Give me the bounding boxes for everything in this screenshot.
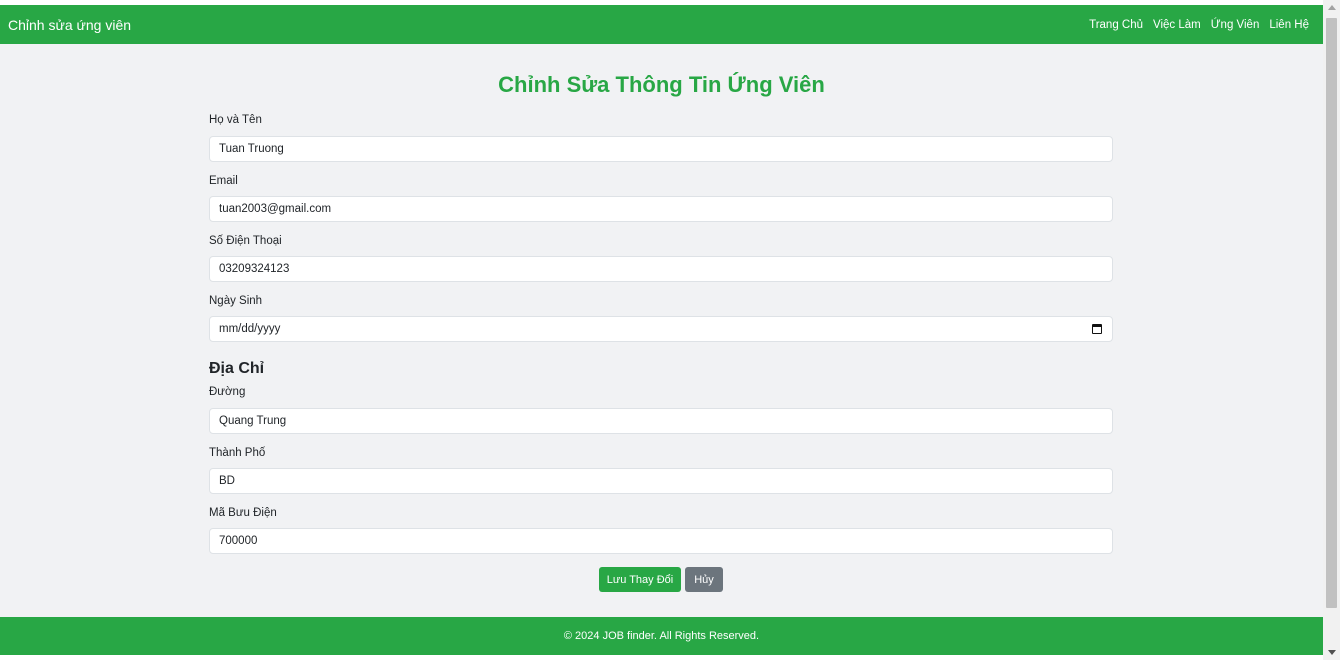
vertical-scrollbar[interactable] [1323,0,1340,660]
email-input[interactable]: tuan2003@gmail.com [209,196,1113,222]
footer: © 2024 JOB finder. All Rights Reserved. [0,617,1323,655]
nav-link-contact[interactable]: Liên Hệ [1269,19,1309,31]
nav-link-jobs[interactable]: Việc Làm [1153,19,1201,31]
postal-label: Mã Bưu Điện [209,507,277,519]
nav-link-candidates[interactable]: Ứng Viên [1211,19,1260,31]
fullname-input[interactable]: Tuan Truong [209,136,1113,162]
nav-links: Trang Chủ Việc Làm Ứng Viên Liên Hệ [1089,19,1309,31]
address-heading: Địa Chỉ [209,360,265,377]
city-input[interactable]: BD [209,468,1113,494]
phone-label: Số Điện Thoại [209,235,282,247]
city-value: BD [219,475,235,487]
calendar-icon[interactable] [1092,324,1102,334]
save-button[interactable]: Lưu Thay Đổi [599,567,681,592]
scrollbar-thumb[interactable] [1326,18,1337,608]
navbar-brand[interactable]: Chỉnh sửa ứng viên [8,17,131,33]
street-value: Quang Trung [219,415,287,427]
street-label: Đường [209,386,246,398]
birthdate-label: Ngày Sinh [209,295,263,307]
page-title: Chỉnh Sửa Thông Tin Ứng Viên [498,72,825,97]
fullname-label: Họ và Tên [209,114,262,126]
edit-candidate-form: Chỉnh Sửa Thông Tin Ứng Viên Họ và Tên T… [0,44,1323,617]
postal-value: 700000 [219,535,258,547]
navbar: Chỉnh sửa ứng viên Trang Chủ Việc Làm Ứn… [0,5,1323,44]
nav-link-home[interactable]: Trang Chủ [1089,19,1143,31]
cancel-button[interactable]: Hủy [685,567,723,592]
street-input[interactable]: Quang Trung [209,408,1113,434]
phone-value: 03209324123 [219,263,290,275]
email-label: Email [209,175,238,187]
email-value: tuan2003@gmail.com [219,203,332,215]
bottom-strip [0,655,1323,660]
phone-input[interactable]: 03209324123 [209,256,1113,282]
fullname-value: Tuan Truong [219,143,284,155]
footer-text: © 2024 JOB finder. All Rights Reserved. [563,630,760,642]
scroll-up-icon[interactable] [1328,5,1336,10]
scroll-down-icon[interactable] [1328,650,1336,655]
city-label: Thành Phố [209,447,266,459]
birthdate-input[interactable]: mm/dd/yyyy [209,316,1113,342]
birthdate-value: mm/dd/yyyy [219,323,281,335]
postal-input[interactable]: 700000 [209,528,1113,554]
